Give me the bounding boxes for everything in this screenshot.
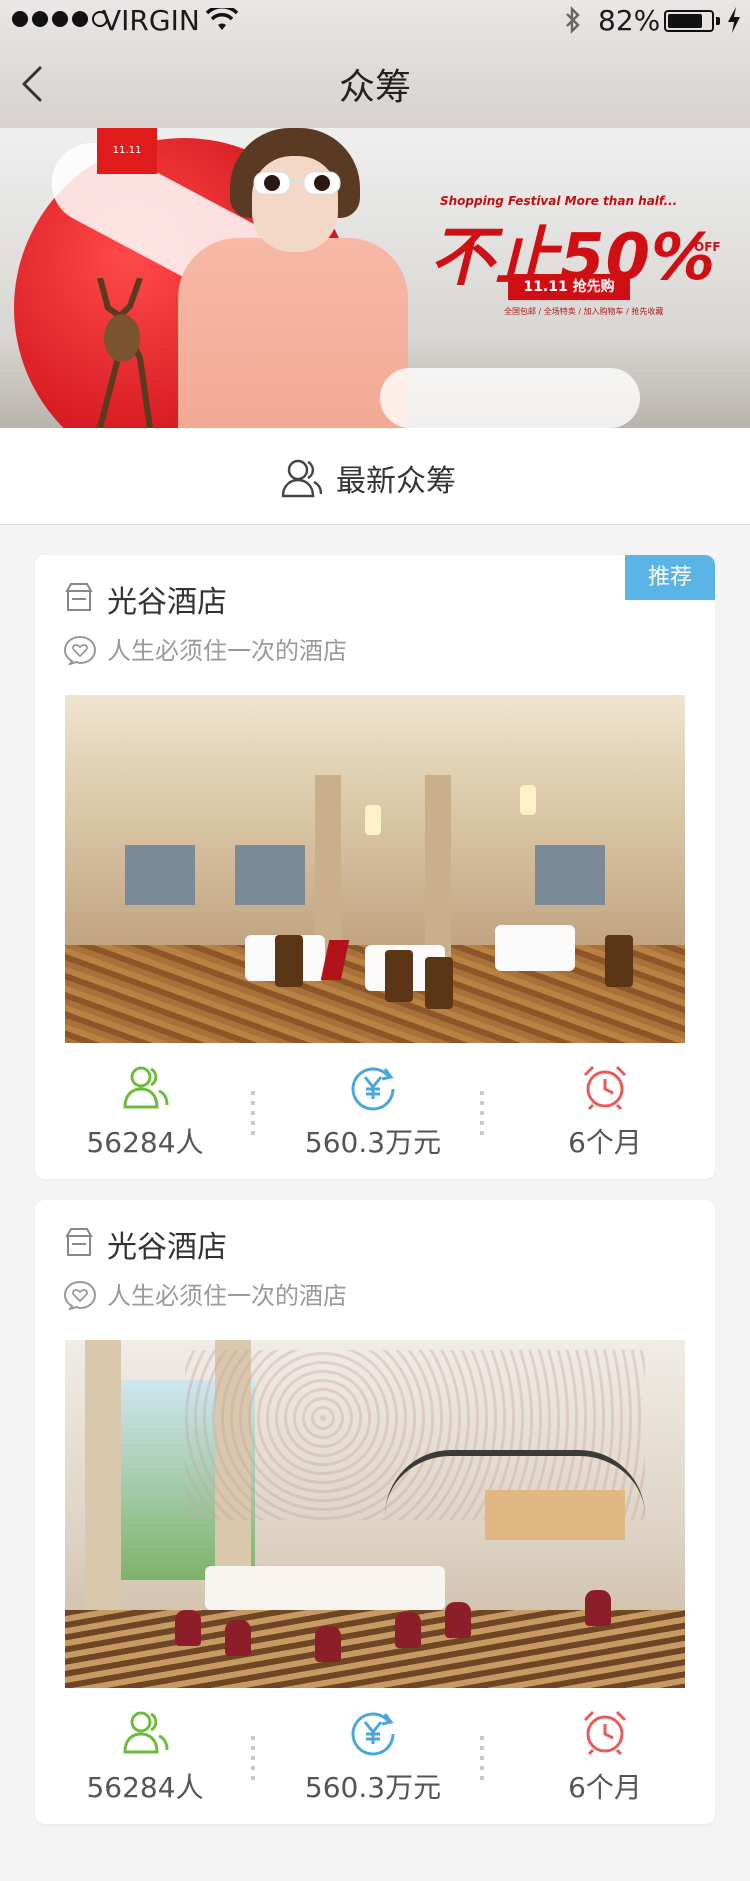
status-bar: VIRGIN 82% [0,0,750,40]
sunglasses-icon [253,171,341,195]
banner-cloud [380,368,640,428]
stat-amount: 560.3万元 [273,1063,473,1161]
card-slogan: 人生必须住一次的酒店 [107,1282,347,1310]
promo-banner[interactable]: 11.11 Shopping Festival More than half..… [0,128,750,428]
stat-value: 6个月 [568,1771,642,1804]
carrier-name: VIRGIN [102,4,200,37]
users-icon [123,1711,169,1754]
yen-icon [351,1067,395,1111]
stat-value: 6个月 [568,1126,642,1159]
stat-backers: 56284人 [45,1063,245,1161]
stat-backers: 56284人 [45,1708,245,1806]
top-bar: VIRGIN 82% 众筹 [0,0,750,129]
battery-icon [664,10,714,32]
stat-duration: 6个月 [505,1708,705,1806]
card-slogan: 人生必须住一次的酒店 [107,637,347,665]
promo-details: 全国包邮 / 全场特卖 / 加入购物车 / 抢先收藏 [504,307,664,316]
promo-off-label: OFF [694,240,721,254]
store-icon [65,583,93,611]
battery-percent: 82% [598,4,661,37]
section-title: 最新众筹 [336,464,456,499]
heart-speech-icon [63,635,97,665]
festival-logo: 11.11 [97,128,157,174]
users-icon [123,1066,169,1109]
wifi-icon [206,8,238,30]
store-icon [65,1228,93,1256]
banner-model-coat [178,238,408,428]
yen-icon [351,1712,395,1756]
crowdfunding-card[interactable]: 光谷酒店 人生必须住一次的酒店 56284人 560.3万元 6个月 [35,1200,715,1824]
deer-icon [97,278,153,428]
card-title: 光谷酒店 [107,1230,227,1265]
card-title: 光谷酒店 [107,585,227,620]
alarm-clock-icon [583,1710,627,1756]
bluetooth-icon [566,6,580,34]
stat-divider [251,1736,255,1780]
stat-divider [480,1736,484,1780]
signal-strength-icon [12,11,108,27]
recommend-badge: 推荐 [625,555,715,600]
hotel-photo[interactable] [65,1340,685,1688]
stat-value: 56284人 [86,1126,204,1159]
stat-value: 560.3万元 [304,1126,442,1159]
promo-tag: 11.11 抢先购 [508,274,630,300]
users-icon [281,459,322,498]
stat-divider [480,1091,484,1135]
stat-divider [251,1091,255,1135]
stat-value: 56284人 [86,1771,204,1804]
page-title: 众筹 [338,67,411,108]
hotel-photo[interactable] [65,695,685,1043]
stat-value: 560.3万元 [304,1771,442,1804]
crowdfunding-card[interactable]: 推荐 光谷酒店 人生必须住一次的酒店 56284人 560.3万元 6个月 [35,555,715,1179]
battery-tip [716,17,720,25]
heart-speech-icon [63,1280,97,1310]
alarm-clock-icon [583,1065,627,1111]
stat-duration: 6个月 [505,1063,705,1161]
stat-amount: 560.3万元 [273,1708,473,1806]
charging-icon [728,7,740,33]
section-header: 最新众筹 [0,428,750,525]
